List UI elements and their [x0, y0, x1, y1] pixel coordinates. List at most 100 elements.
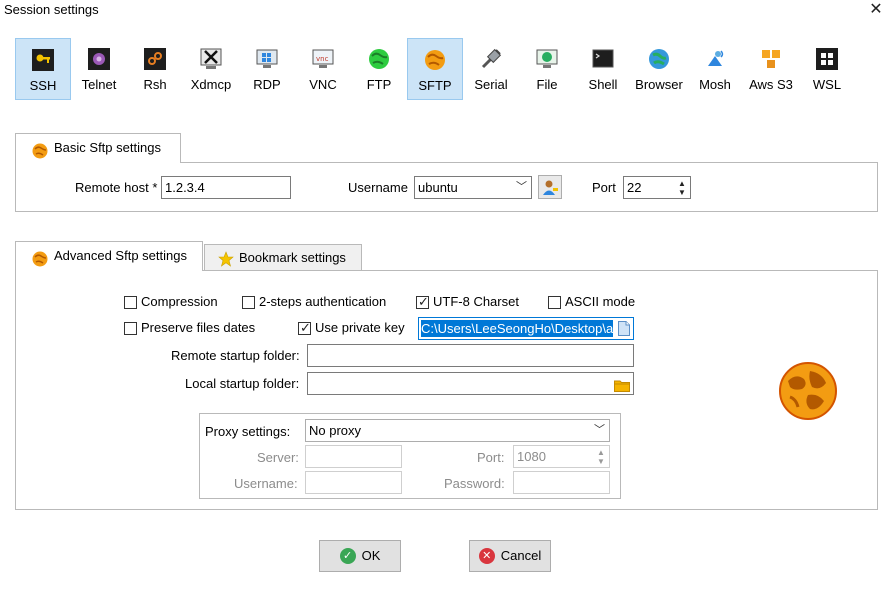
window-title: Session settings — [4, 2, 99, 17]
port-input[interactable]: 22 ▲ ▼ — [623, 176, 691, 199]
session-type-browser[interactable]: Browser — [631, 38, 687, 100]
local-startup-folder-label: Local startup folder: — [185, 376, 300, 391]
proxy-settings-combo[interactable]: No proxy ﹀ — [305, 419, 610, 442]
two-steps-auth-checkbox[interactable]: 2-steps authentication — [242, 294, 386, 310]
browser-icon — [648, 48, 670, 70]
proxy-password-label: Password: — [444, 476, 505, 491]
username-label: Username — [348, 180, 408, 195]
ok-button-label: OK — [361, 548, 381, 563]
compression-checkbox[interactable]: Compression — [124, 294, 218, 310]
session-type-label: Xdmcp — [190, 77, 232, 92]
folder-icon[interactable] — [614, 377, 630, 394]
sftp-icon — [32, 249, 48, 267]
session-type-sftp[interactable]: SFTP — [407, 38, 463, 100]
proxy-server-label: Server: — [257, 450, 299, 465]
private-key-path-input[interactable]: C:\Users\LeeSeongHo\Desktop\a — [418, 317, 634, 340]
user-icon — [542, 179, 559, 199]
proxy-port-value: 1080 — [517, 449, 546, 464]
ascii-mode-checkbox[interactable]: ASCII mode — [548, 294, 635, 310]
spin-arrows-icon[interactable]: ▲ ▼ — [677, 179, 687, 197]
preserve-dates-checkbox[interactable]: Preserve files dates — [124, 320, 255, 336]
chevron-down-icon: ﹀ — [594, 424, 605, 436]
session-type-label: RDP — [253, 77, 281, 92]
session-type-wsl[interactable]: WSL — [799, 38, 855, 100]
checkbox-label: 2-steps authentication — [259, 294, 387, 309]
checkbox-label: Preserve files dates — [141, 320, 256, 335]
session-type-mosh[interactable]: Mosh — [687, 38, 743, 100]
tab-basic-sftp-settings[interactable]: Basic Sftp settings — [15, 133, 181, 163]
session-type-label: VNC — [309, 77, 337, 92]
wsl-icon — [816, 48, 838, 70]
rdp-icon — [256, 48, 278, 70]
key-icon — [32, 49, 54, 71]
proxy-username-input[interactable] — [305, 471, 402, 494]
session-type-label: SFTP — [418, 78, 452, 93]
session-type-xdmcp[interactable]: Xdmcp — [183, 38, 239, 100]
use-private-key-checkbox[interactable]: ✓ Use private key — [298, 320, 405, 336]
session-type-rsh[interactable]: Rsh — [127, 38, 183, 100]
close-button[interactable]: ✕ — [862, 0, 890, 20]
chevron-down-icon: ﹀ — [516, 181, 527, 193]
session-type-label: Rsh — [143, 77, 167, 92]
remote-host-label: Remote host * — [75, 180, 158, 195]
checkmark-icon: ✓ — [418, 294, 429, 309]
ftp-icon — [368, 48, 390, 70]
session-type-label: Shell — [588, 77, 618, 92]
session-type-label: Aws S3 — [749, 77, 793, 92]
session-type-telnet[interactable]: Telnet — [71, 38, 127, 100]
checkbox-box — [124, 296, 137, 309]
tab-label: Basic Sftp settings — [54, 140, 161, 155]
session-type-aws-s3[interactable]: Aws S3 — [743, 38, 799, 100]
tab-label: Bookmark settings — [239, 250, 346, 265]
file-browse-icon[interactable] — [618, 321, 630, 339]
session-type-rdp[interactable]: RDP — [239, 38, 295, 100]
proxy-server-input[interactable] — [305, 445, 402, 468]
checkbox-box: ✓ — [416, 294, 429, 309]
username-value: ubuntu — [418, 180, 458, 195]
spin-arrows-icon[interactable]: ▲ ▼ — [596, 448, 606, 466]
session-type-label: SSH — [29, 78, 57, 93]
checkbox-box: ✓ — [298, 320, 311, 335]
xdmcp-icon — [200, 48, 222, 70]
session-type-shell[interactable]: Shell — [575, 38, 631, 100]
session-type-label: File — [536, 77, 558, 92]
session-type-label: FTP — [366, 77, 392, 92]
checkbox-box — [548, 296, 561, 309]
sftp-globe-icon — [778, 361, 838, 424]
tab-bookmark-settings[interactable]: Bookmark settings — [204, 244, 362, 270]
cancel-button[interactable]: ✕ Cancel — [469, 540, 551, 572]
username-combo[interactable]: ubuntu ﹀ — [414, 176, 532, 199]
remote-host-input[interactable]: 1.2.3.4 — [161, 176, 291, 199]
session-type-ftp[interactable]: FTP — [351, 38, 407, 100]
session-type-serial[interactable]: Serial — [463, 38, 519, 100]
session-type-file[interactable]: File — [519, 38, 575, 100]
checkbox-box — [242, 296, 255, 309]
checkbox-label: Use private key — [315, 320, 405, 335]
session-type-vnc[interactable]: vnc VNC — [295, 38, 351, 100]
serial-icon — [480, 48, 502, 70]
proxy-settings-value: No proxy — [309, 423, 362, 438]
ok-button[interactable]: ✓ OK — [319, 540, 401, 572]
remote-startup-folder-input[interactable] — [307, 344, 634, 367]
shell-icon — [592, 48, 614, 70]
tab-label: Advanced Sftp settings — [54, 248, 187, 263]
port-value: 22 — [627, 180, 642, 195]
session-type-label: WSL — [812, 77, 842, 92]
session-type-label: Browser — [635, 77, 683, 92]
remote-startup-folder-label: Remote startup folder: — [171, 348, 300, 363]
vnc-icon: vnc — [312, 48, 334, 70]
session-type-ssh[interactable]: SSH — [15, 38, 71, 100]
utf8-charset-checkbox[interactable]: ✓ UTF-8 Charset — [416, 294, 519, 310]
tab-advanced-sftp-settings[interactable]: Advanced Sftp settings — [15, 241, 203, 271]
proxy-password-input[interactable] — [513, 471, 610, 494]
session-type-label: Serial — [474, 77, 508, 92]
user-manager-button[interactable] — [538, 175, 562, 199]
checkbox-label: UTF-8 Charset — [433, 294, 519, 309]
proxy-port-input[interactable]: 1080 ▲ ▼ — [513, 445, 610, 468]
checkmark-icon: ✓ — [300, 320, 311, 335]
checkbox-label: ASCII mode — [565, 294, 636, 309]
private-key-path-value: C:\Users\LeeSeongHo\Desktop\a — [421, 320, 614, 337]
telnet-icon — [88, 48, 110, 70]
local-startup-folder-input[interactable] — [307, 372, 634, 395]
proxy-port-label: Port: — [477, 450, 505, 465]
